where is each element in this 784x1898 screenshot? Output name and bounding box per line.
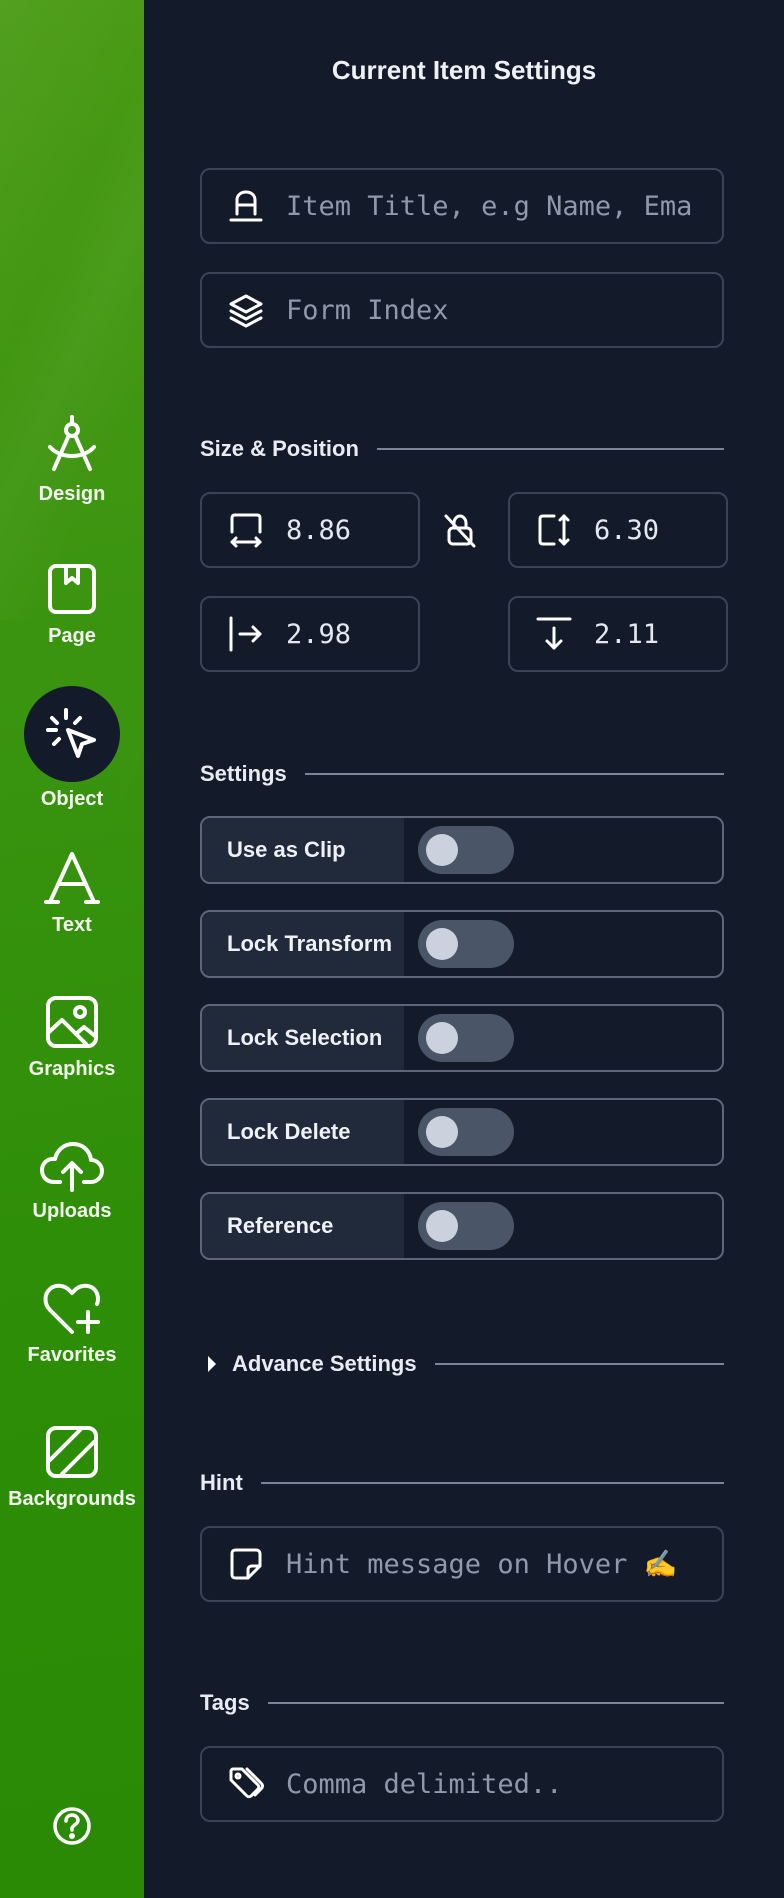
form-index-input[interactable]: Form Index [200, 272, 724, 348]
height-input[interactable]: 6.30 [508, 492, 728, 568]
active-indicator [24, 686, 120, 782]
divider [434, 1363, 724, 1365]
sidebar-item-label: Favorites [27, 1344, 117, 1366]
y-position-input[interactable]: 2.11 [508, 596, 728, 672]
lock-transform-switch[interactable] [418, 920, 514, 968]
section-title: Advance Settings [232, 1351, 417, 1376]
sticky-note-icon [226, 1544, 266, 1584]
x-position-icon [226, 614, 266, 654]
layers-icon [226, 290, 266, 330]
use-as-clip-switch[interactable] [418, 826, 514, 874]
y-value: 2.11 [594, 618, 660, 650]
hint-input[interactable]: Hint message on Hover ✍️ [200, 1526, 724, 1602]
sidebar-item-label: Text [52, 914, 92, 936]
sidebar-item-label: Graphics [28, 1058, 116, 1080]
switch-knob [426, 1116, 458, 1148]
sidebar-item-label: Design [38, 483, 106, 505]
object-cursor-icon [46, 708, 96, 758]
switch-knob [426, 1022, 458, 1054]
toggle-lock-selection: Lock Selection [200, 1004, 724, 1072]
sidebar-item-text[interactable]: Text [0, 850, 144, 937]
sidebar-item-design[interactable]: Design [0, 415, 144, 506]
aspect-unlock-icon[interactable] [444, 512, 476, 548]
size-position-header: Size & Position [200, 434, 724, 464]
x-value: 2.98 [286, 618, 352, 650]
settings-header: Settings [200, 759, 724, 789]
sidebar-item-uploads[interactable]: Uploads [0, 1140, 144, 1223]
compass-icon [48, 415, 96, 471]
heart-plus-icon [43, 1283, 100, 1334]
toggle-label: Reference [202, 1194, 404, 1258]
lock-selection-switch[interactable] [418, 1014, 514, 1062]
toggle-use-as-clip: Use as Clip [200, 816, 724, 884]
divider [260, 1482, 724, 1484]
sidebar-item-graphics[interactable]: Graphics [0, 994, 144, 1081]
reference-switch[interactable] [418, 1202, 514, 1250]
divider [304, 773, 724, 775]
toggle-lock-transform: Lock Transform [200, 910, 724, 978]
hint-header: Hint [200, 1468, 724, 1498]
sidebar-item-favorites[interactable]: Favorites [0, 1282, 144, 1367]
width-icon [226, 510, 266, 550]
switch-knob [426, 1210, 458, 1242]
panel-title: Current Item Settings [331, 55, 597, 85]
tags-header: Tags [200, 1688, 724, 1718]
toggle-lock-delete: Lock Delete [200, 1098, 724, 1166]
switch-knob [426, 928, 458, 960]
advance-settings-toggle[interactable]: Advance Settings [232, 1349, 724, 1379]
divider [267, 1702, 724, 1704]
sidebar-item-object[interactable]: Object [0, 686, 144, 811]
toggle-label: Lock Selection [202, 1006, 404, 1070]
sidebar: Design Page Object Text Graphics Uploads… [0, 0, 144, 1898]
switch-knob [426, 834, 458, 866]
image-icon [46, 996, 98, 1048]
sidebar-item-page[interactable]: Page [0, 563, 144, 648]
page-icon [48, 564, 96, 614]
sidebar-item-label: Page [48, 625, 96, 647]
x-position-input[interactable]: 2.98 [200, 596, 420, 672]
tags-placeholder: Comma delimited.. [286, 1768, 563, 1800]
toggle-label: Use as Clip [202, 818, 404, 882]
item-title-input[interactable]: Item Title, e.g Name, Ema [200, 168, 724, 244]
background-icon [46, 1426, 98, 1478]
settings-panel: Current Item Settings Item Title, e.g Na… [144, 0, 784, 1898]
width-value: 8.86 [286, 514, 352, 546]
toggle-reference: Reference [200, 1192, 724, 1260]
sidebar-item-backgrounds[interactable]: Backgrounds [0, 1424, 144, 1511]
section-title: Size & Position [200, 436, 359, 461]
item-title-placeholder: Item Title, e.g Name, Ema [286, 190, 693, 222]
sidebar-item-label: Object [40, 788, 104, 810]
hint-placeholder: Hint message on Hover ✍️ [286, 1549, 678, 1580]
section-title: Hint [200, 1470, 243, 1495]
lock-delete-switch[interactable] [418, 1108, 514, 1156]
toggle-label: Lock Delete [202, 1100, 404, 1164]
section-title: Tags [200, 1690, 250, 1715]
tags-input[interactable]: Comma delimited.. [200, 1746, 724, 1822]
y-position-icon [534, 614, 574, 654]
sidebar-item-label: Backgrounds [8, 1488, 136, 1510]
help-circle-icon[interactable] [52, 1806, 92, 1846]
width-input[interactable]: 8.86 [200, 492, 420, 568]
sidebar-item-label: Uploads [32, 1200, 112, 1222]
height-value: 6.30 [594, 514, 660, 546]
cloud-upload-icon [40, 1142, 104, 1192]
height-icon [534, 510, 574, 550]
tags-icon [226, 1764, 266, 1804]
form-index-placeholder: Form Index [286, 294, 449, 326]
caret-right-icon[interactable] [206, 1352, 218, 1376]
section-title: Settings [200, 761, 287, 786]
text-underline-icon [226, 186, 266, 226]
toggle-label: Lock Transform [202, 912, 404, 976]
text-a-icon [44, 852, 100, 904]
divider [376, 448, 724, 450]
